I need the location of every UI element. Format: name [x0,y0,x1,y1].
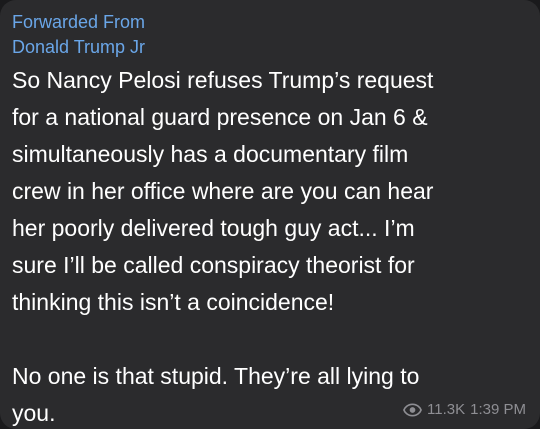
message-meta: 11.3K 1:39 PM [403,401,526,419]
message-text: So Nancy Pelosi refuses Trump’s request … [12,62,532,429]
message-line: sure I’ll be called conspiracy theorist … [12,252,415,278]
eye-icon [403,403,422,417]
message-line: for a national guard presence on Jan 6 & [12,104,428,130]
message-bubble[interactable]: Forwarded From Donald Trump Jr So Nancy … [0,0,540,429]
view-count: 11.3K [427,401,466,418]
message-line: simultaneously has a documentary film [12,141,409,167]
forwarded-from-label: Forwarded From [12,12,146,32]
message-line: No one is that stupid. They’re all lying… [12,363,420,389]
message-line: crew in her office where are you can hea… [12,178,434,204]
forwarded-source-link[interactable]: Donald Trump Jr [12,36,145,58]
message-line: her poorly delivered tough guy act... I’… [12,215,415,241]
message-time: 1:39 PM [470,401,526,418]
message-line: thinking this isn’t a coincidence! [12,289,335,315]
message-line: So Nancy Pelosi refuses Trump’s request [12,67,434,93]
